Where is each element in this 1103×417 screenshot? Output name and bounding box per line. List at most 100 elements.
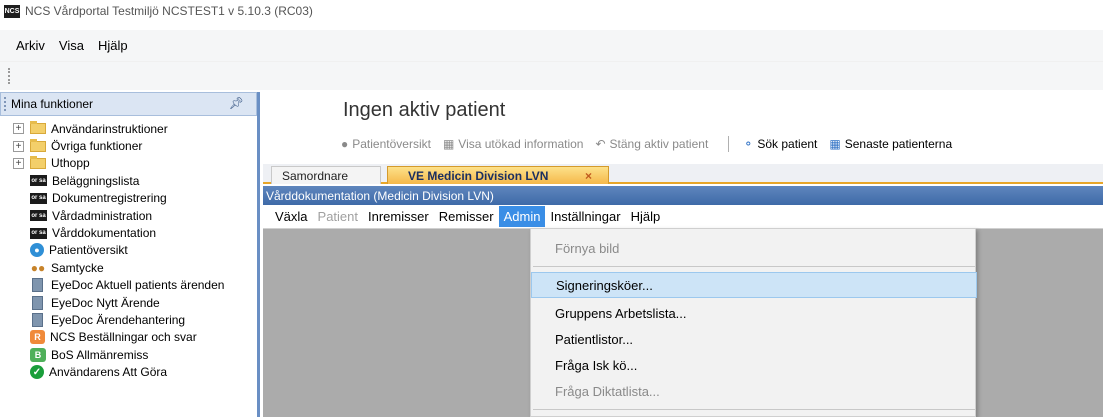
menu-patient: Patient (317, 209, 359, 224)
app-logo-icon: NCS (4, 4, 20, 18)
tree-item-eyedoc-arendehantering[interactable]: EyeDoc Ärendehantering (0, 311, 257, 328)
tree-item-ovriga-funktioner[interactable]: + Övriga funktioner (0, 137, 257, 154)
admin-dropdown-menu: Förnya bild Signeringsköer... Gruppens A… (530, 228, 977, 417)
tree-item-anvandarinstruktioner[interactable]: + Användarinstruktioner (0, 120, 257, 137)
document-icon (32, 295, 43, 310)
pin-icon[interactable]: 📌︎ (229, 96, 244, 110)
patientoversikt-button[interactable]: ● Patientöversikt (341, 137, 431, 151)
tree-item-uthopp[interactable]: + Uthopp (0, 155, 257, 172)
visa-utokad-button[interactable]: ▦ Visa utökad information (443, 137, 584, 151)
menu-vaxla[interactable]: Växla (270, 206, 313, 227)
menu-hjalp[interactable]: Hjälp (98, 38, 128, 53)
tree-item-label: Användarens Att Göra (49, 365, 168, 380)
tree-item-samtycke[interactable]: ●● Samtycke (0, 259, 257, 276)
tree-item-varddokumentation[interactable]: or sa Vårddokumentation (0, 224, 257, 241)
tab-strip: Samordnare VE Medicin Division LVN × (263, 164, 1103, 184)
expand-icon[interactable]: + (13, 140, 24, 152)
panel-grip-icon[interactable] (4, 97, 6, 111)
tree-item-label: EyeDoc Nytt Ärende (51, 295, 160, 310)
tab-label: Samordnare (282, 168, 349, 183)
folder-icon (30, 138, 46, 152)
tree-item-belaggningslista[interactable]: or sa Beläggningslista (0, 172, 257, 189)
expand-icon[interactable]: + (13, 157, 24, 169)
visa-utokad-label: Visa utökad information (458, 137, 584, 151)
tree-item-label: Samtycke (51, 260, 104, 275)
menu-hjalp-module[interactable]: Hjälp (626, 206, 666, 227)
close-patient-icon: ↶ (595, 137, 606, 151)
tree-item-label: Uthopp (51, 156, 90, 171)
menu-inremisser[interactable]: Inremisser (363, 206, 434, 227)
tree-item-label: BoS Allmänremiss (51, 347, 149, 362)
senaste-patienterna-button[interactable]: ▦ Senaste patienterna (829, 137, 952, 151)
tree-item-vardadministration[interactable]: or sa Vårdadministration (0, 207, 257, 224)
patient-toolbar: ● Patientöversikt ▦ Visa utökad informat… (341, 136, 964, 152)
tree-item-label: EyeDoc Ärendehantering (51, 312, 186, 327)
ncs-icon: or sa (30, 227, 47, 239)
menu-separator (533, 266, 975, 267)
tree-item-patientoversikt[interactable]: ● Patientöversikt (0, 242, 257, 259)
window-title: NCS Vårdportal Testmiljö NCSTEST1 v 5.10… (25, 4, 313, 18)
tree-item-ncs-bestallningar[interactable]: R NCS Beställningar och svar (0, 329, 257, 346)
tree-item-bos-allmanremiss[interactable]: B BoS Allmänremiss (0, 346, 257, 363)
ncs-icon: or sa (30, 210, 47, 222)
sok-patient-label: Sök patient (757, 137, 818, 151)
person-icon: ● (341, 137, 349, 151)
tab-ve-medicin[interactable]: VE Medicin Division LVN × (387, 166, 609, 184)
info-icon: ▦ (442, 137, 455, 151)
tree-item-label: Vårddokumentation (52, 226, 157, 241)
tree-item-eyedoc-nytt[interactable]: EyeDoc Nytt Ärende (0, 294, 257, 311)
tree-item-label: Övriga funktioner (51, 139, 143, 154)
menu-item-gruppens-arbetslista[interactable]: Gruppens Arbetslista... (531, 300, 977, 326)
menu-arkiv[interactable]: Arkiv (16, 38, 45, 53)
functions-panel-title: Mina funktioner (11, 97, 94, 111)
close-icon[interactable]: × (585, 169, 592, 183)
tree-item-anvandarens-att-gora[interactable]: ✓ Användarens Att Göra (0, 363, 257, 380)
tree-item-label: Användarinstruktioner (51, 121, 168, 136)
tree-item-label: Patientöversikt (49, 243, 128, 258)
stang-aktiv-button[interactable]: ↶ Stäng aktiv patient (595, 137, 708, 151)
tab-samordnare[interactable]: Samordnare (271, 166, 381, 184)
sok-patient-button[interactable]: ⚬ Sök patient (743, 137, 817, 151)
menu-item-fornya-bild: Förnya bild (555, 240, 620, 256)
folder-icon (30, 121, 46, 135)
menu-bar: Arkiv Visa Hjälp (0, 30, 1103, 62)
menu-separator (533, 409, 975, 410)
stang-aktiv-label: Stäng aktiv patient (609, 137, 709, 151)
toolstrip (0, 62, 1103, 90)
senaste-patienterna-label: Senaste patienterna (844, 137, 953, 151)
document-icon (32, 278, 43, 293)
menu-visa[interactable]: Visa (59, 38, 84, 53)
tab-label: VE Medicin Division LVN (408, 168, 549, 183)
module-menu-bar: Växla Patient Inremisser Remisser Admin … (263, 205, 1103, 229)
toolstrip-grip-icon[interactable] (8, 68, 10, 84)
tree-item-label: Vårdadministration (52, 208, 153, 223)
menu-item-fraga-isk-ko[interactable]: Fråga Isk kö... (531, 352, 977, 378)
menu-item-patientlistor[interactable]: Patientlistor... (531, 326, 977, 352)
tree-item-label: EyeDoc Aktuell patients ärenden (51, 278, 225, 293)
menu-admin[interactable]: Admin (498, 206, 546, 227)
functions-panel-header: Mina funktioner 📌︎ (0, 92, 257, 116)
menu-item-signeringskoer[interactable]: Signeringsköer... (531, 272, 977, 298)
ncs-icon: or sa (30, 175, 47, 187)
person-icon: ● (30, 243, 44, 258)
menu-item-fraga-diktatlista: Fråga Diktatlista... (555, 383, 660, 399)
group-icon: ●● (30, 260, 46, 275)
folder-icon (30, 155, 46, 169)
ncs-icon: or sa (30, 192, 47, 204)
tree-item-eyedoc-aktuell[interactable]: EyeDoc Aktuell patients ärenden (0, 277, 257, 294)
patient-heading: Ingen aktiv patient (343, 99, 506, 121)
title-bar: NCS NCS Vårdportal Testmiljö NCSTEST1 v … (0, 0, 1103, 30)
menu-remisser[interactable]: Remisser (434, 206, 499, 227)
r-icon: R (30, 330, 45, 345)
tree-item-label: Beläggningslista (52, 173, 140, 188)
menu-installningar[interactable]: Inställningar (545, 206, 625, 227)
expand-icon[interactable]: + (13, 123, 24, 135)
bos-icon: B (30, 347, 46, 362)
tree-item-label: Dokumentregistrering (52, 191, 167, 206)
list-icon: ▦ (829, 137, 841, 151)
tree-item-label: NCS Beställningar och svar (50, 330, 197, 345)
tree-item-dokumentregistrering[interactable]: or sa Dokumentregistrering (0, 190, 257, 207)
functions-panel: Mina funktioner 📌︎ + Användarinstruktion… (0, 92, 260, 417)
document-icon (32, 312, 43, 327)
toolbar-separator (728, 136, 730, 152)
